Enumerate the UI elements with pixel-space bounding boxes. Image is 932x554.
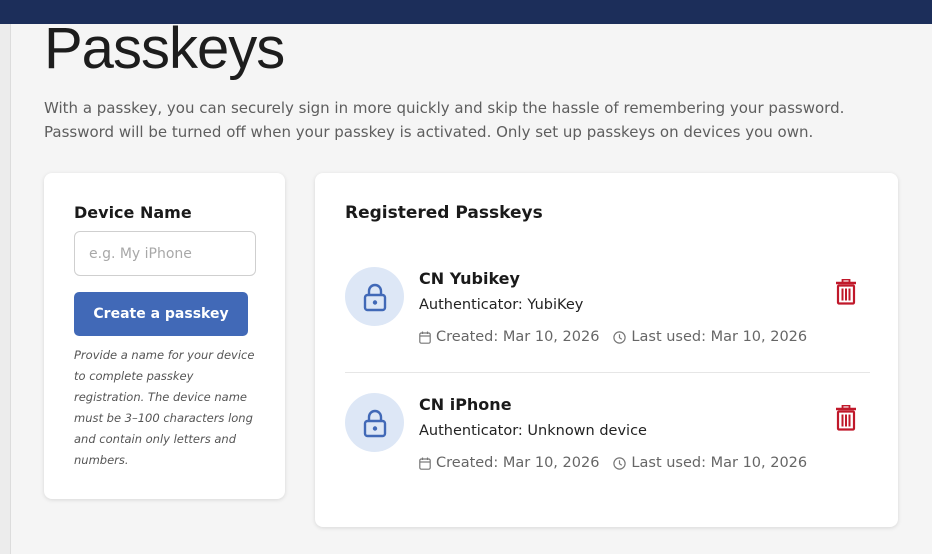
passkey-last-used: Last used: Mar 10, 2026 [631, 329, 808, 345]
calendar-icon [419, 331, 431, 344]
delete-passkey-button[interactable] [832, 403, 860, 433]
device-name-input[interactable] [74, 231, 256, 276]
calendar-icon [419, 457, 431, 470]
lock-icon [345, 393, 404, 452]
passkey-meta: Created: Mar 10, 2026 Last used: Mar 10,… [419, 455, 807, 471]
page-description: With a passkey, you can securely sign in… [44, 99, 845, 141]
left-sidebar-edge [0, 24, 11, 554]
passkey-last-used: Last used: Mar 10, 2026 [631, 455, 808, 471]
passkey-authenticator: Authenticator: Unknown device [419, 423, 647, 439]
trash-icon [836, 405, 856, 431]
passkey-name: CN iPhone [419, 395, 512, 414]
trash-icon [836, 279, 856, 305]
registered-passkeys-card: Registered Passkeys CN Yubikey Authentic… [315, 173, 898, 527]
create-passkey-button[interactable]: Create a passkey [74, 292, 248, 336]
passkey-list-item: CN iPhone Authenticator: Unknown device … [345, 383, 870, 479]
passkey-meta: Created: Mar 10, 2026 Last used: Mar 10,… [419, 329, 807, 345]
device-name-hint: Provide a name for your device to comple… [74, 348, 255, 467]
clock-icon [613, 330, 627, 344]
create-passkey-card: Device Name Create a passkey Provide a n… [44, 173, 285, 499]
lock-icon [345, 267, 404, 326]
registered-passkeys-title: Registered Passkeys [345, 203, 543, 223]
device-name-label: Device Name [74, 203, 192, 222]
passkey-created: Created: Mar 10, 2026 [436, 329, 600, 345]
passkey-list-item: CN Yubikey Authenticator: YubiKey Create… [345, 257, 870, 373]
delete-passkey-button[interactable] [832, 277, 860, 307]
passkey-name: CN Yubikey [419, 269, 520, 288]
passkey-authenticator: Authenticator: YubiKey [419, 297, 584, 313]
passkey-created: Created: Mar 10, 2026 [436, 455, 600, 471]
clock-icon [613, 456, 627, 470]
page-title: Passkeys [44, 16, 285, 81]
